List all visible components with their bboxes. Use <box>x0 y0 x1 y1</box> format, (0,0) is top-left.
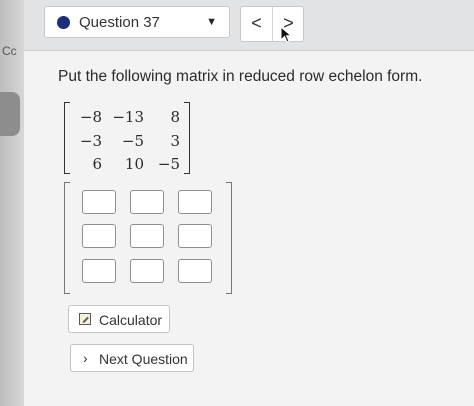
next-question-button[interactable]: › Next Question <box>70 344 194 372</box>
question-selector[interactable]: Question 37 ▼ <box>44 6 230 38</box>
caret-down-icon: ▼ <box>206 16 217 28</box>
answer-input-r2c3[interactable] <box>178 224 212 248</box>
calculator-button-label: Calculator <box>99 312 163 328</box>
answer-input-r1c2[interactable] <box>130 190 164 214</box>
answer-input-r3c1[interactable] <box>82 259 116 283</box>
matrix-cell: −5 <box>157 155 180 173</box>
calculator-button[interactable]: Calculator <box>68 305 170 333</box>
side-truncated-text: Cc <box>2 44 17 58</box>
matrix-right-bracket <box>184 102 190 174</box>
previous-question-button[interactable]: < <box>241 7 273 41</box>
matrix-cell: 6 <box>92 155 102 173</box>
answer-input-r3c2[interactable] <box>130 259 164 283</box>
answer-left-bracket <box>64 182 70 294</box>
matrix-cell: 3 <box>170 132 180 150</box>
answer-input-r1c1[interactable] <box>82 190 116 214</box>
mouse-cursor-icon <box>280 26 293 43</box>
answer-input-r1c3[interactable] <box>178 190 212 214</box>
answer-input-r2c2[interactable] <box>130 224 164 248</box>
side-strip <box>0 0 24 406</box>
matrix-cell: −13 <box>112 108 144 126</box>
question-prompt: Put the following matrix in reduced row … <box>58 68 423 85</box>
question-nav: < > <box>240 6 304 42</box>
answer-right-bracket <box>226 182 232 294</box>
next-question-button-label: Next Question <box>99 351 188 367</box>
matrix-cell: −8 <box>79 108 102 126</box>
given-matrix: −8 −13 8 −3 −5 3 6 10 −5 <box>64 102 190 174</box>
matrix-cell: 10 <box>124 155 144 173</box>
answer-matrix <box>64 182 232 294</box>
chevron-right-icon: › <box>83 350 88 366</box>
matrix-cell: 8 <box>170 108 180 126</box>
side-tab-handle[interactable] <box>0 92 20 136</box>
answer-input-r3c3[interactable] <box>178 259 212 283</box>
answer-input-r2c1[interactable] <box>82 224 116 248</box>
status-dot-icon <box>57 16 70 29</box>
matrix-cell: −5 <box>121 132 144 150</box>
question-selector-label: Question 37 <box>79 14 160 31</box>
matrix-cell: −3 <box>79 132 102 150</box>
calculator-icon <box>79 313 91 325</box>
